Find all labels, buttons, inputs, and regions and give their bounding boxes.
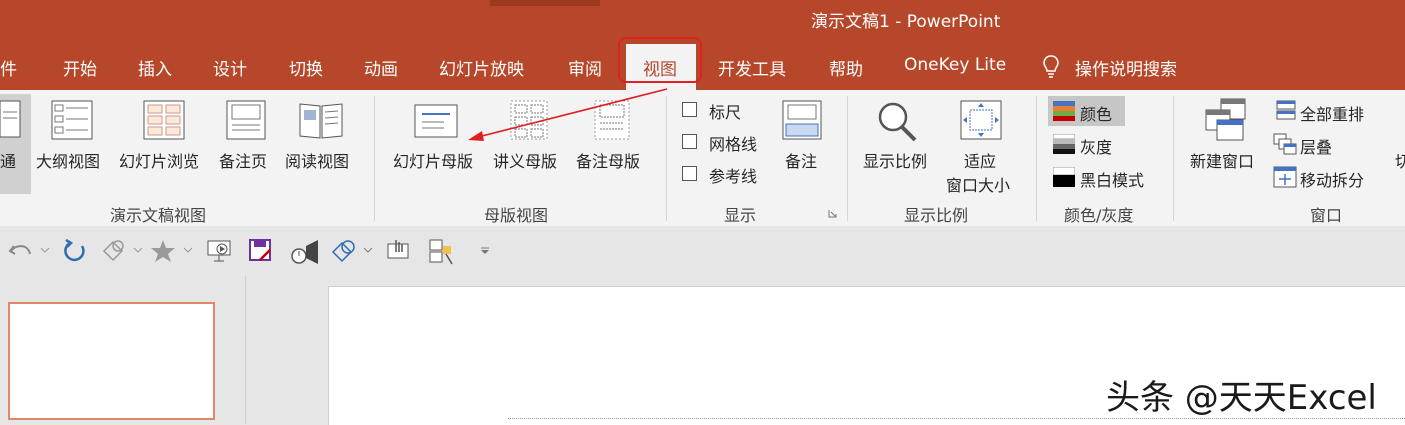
shapes-outline-icon[interactable] [330, 238, 358, 264]
color-button[interactable]: 颜色 [1080, 101, 1112, 125]
normal-view-icon [0, 100, 21, 138]
slide-sorter-icon [143, 100, 185, 140]
tab-help[interactable]: 帮助 [829, 55, 863, 80]
watermark-text: 头条 @天天Excel [1106, 378, 1377, 418]
move-split-icon [1273, 166, 1297, 188]
shapes-icon[interactable] [100, 238, 128, 264]
outline-view-icon [51, 100, 93, 140]
ribbon-tab-bar [0, 36, 1405, 90]
touch-mode-icon[interactable] [386, 238, 412, 262]
cascade-button[interactable]: 层叠 [1300, 134, 1332, 158]
guides-checkbox[interactable] [682, 166, 697, 181]
gridlines-label[interactable]: 网格线 [709, 131, 757, 155]
group-separator [1173, 96, 1174, 221]
reading-view-button[interactable]: 阅读视图 [285, 148, 349, 172]
zoom-magnifier-icon [878, 102, 917, 142]
group-separator [666, 96, 667, 221]
dialog-launcher-icon[interactable] [828, 209, 837, 218]
tab-slideshow[interactable]: 幻灯片放映 [439, 55, 524, 80]
fit-to-window-label-1[interactable]: 适应 [964, 148, 996, 172]
new-window-icon [1205, 98, 1246, 141]
notes-page-icon [226, 100, 266, 140]
move-split-button[interactable]: 移动拆分 [1300, 167, 1364, 191]
tab-insert[interactable]: 插入 [138, 55, 172, 80]
cascade-icon [1273, 133, 1297, 155]
tab-transitions[interactable]: 切换 [289, 55, 323, 80]
arrange-all-icon [1276, 100, 1296, 120]
star-effects-icon[interactable] [148, 238, 178, 264]
tab-design[interactable]: 设计 [213, 55, 247, 80]
group-separator [1036, 96, 1037, 221]
black-white-swatch-icon [1053, 167, 1075, 187]
tell-me-search[interactable]: 操作说明搜索 [1075, 55, 1177, 80]
tab-view-highlight-box [618, 37, 702, 83]
tab-file[interactable]: 件 [0, 55, 17, 80]
window-title: 演示文稿1 - PowerPoint [811, 12, 1001, 32]
customize-qat-icon[interactable] [480, 247, 490, 255]
group-separator [374, 96, 375, 221]
slide-master-icon [414, 104, 458, 138]
handout-master-button[interactable]: 讲义母版 [493, 148, 557, 172]
normal-view-button[interactable]: 通 [0, 148, 16, 172]
grayscale-swatch-icon [1053, 134, 1075, 154]
black-white-button[interactable]: 黑白模式 [1080, 167, 1144, 191]
ruler-label[interactable]: 标尺 [709, 99, 741, 123]
notes-master-icon [594, 100, 630, 140]
group-label-show: 显示 [724, 206, 757, 225]
handout-master-icon [510, 100, 548, 140]
chevron-down-icon[interactable] [133, 246, 143, 254]
notes-button[interactable]: 备注 [785, 148, 817, 172]
repeat-icon[interactable] [62, 238, 88, 264]
lightbulb-icon[interactable] [1042, 54, 1060, 80]
undo-icon[interactable] [8, 238, 34, 262]
chevron-down-icon[interactable] [183, 246, 193, 254]
rehearse-timings-icon[interactable] [290, 238, 320, 266]
color-swatch-icon [1053, 101, 1075, 121]
group-label-window: 窗口 [1310, 206, 1343, 225]
new-window-button[interactable]: 新建窗口 [1190, 148, 1254, 172]
tab-onekey[interactable]: OneKey Lite [904, 55, 1006, 75]
group-separator [847, 96, 848, 221]
tab-developer[interactable]: 开发工具 [718, 55, 786, 80]
title-bar-tab-shadow [490, 0, 600, 6]
switch-window-button[interactable]: 切 [1395, 148, 1405, 172]
arrange-all-button[interactable]: 全部重排 [1300, 101, 1364, 125]
group-label-color-grayscale: 颜色/灰度 [1064, 206, 1134, 225]
save-as-icon[interactable] [248, 238, 274, 264]
title-bar [0, 0, 1405, 36]
slide-sorter-button[interactable]: 幻灯片浏览 [119, 148, 199, 172]
notes-master-button[interactable]: 备注母版 [576, 148, 640, 172]
notes-icon [782, 100, 822, 140]
reading-view-icon [299, 103, 343, 139]
slide-thumbnail[interactable] [8, 302, 215, 420]
group-label-master-views: 母版视图 [484, 206, 549, 225]
group-label-zoom: 显示比例 [904, 206, 969, 225]
chevron-down-icon[interactable] [40, 246, 50, 254]
tab-home[interactable]: 开始 [63, 55, 97, 80]
tab-review[interactable]: 审阅 [568, 55, 602, 80]
zoom-button[interactable]: 显示比例 [863, 148, 927, 172]
format-painter-icon[interactable] [428, 238, 456, 266]
fit-to-window-icon [960, 100, 1002, 140]
guides-label[interactable]: 参考线 [709, 163, 757, 187]
present-from-beginning-icon[interactable] [206, 238, 234, 264]
group-label-presentation-views: 演示文稿视图 [110, 206, 207, 225]
ruler-checkbox[interactable] [682, 102, 697, 117]
chevron-down-icon[interactable] [363, 246, 373, 254]
slide-master-button[interactable]: 幻灯片母版 [393, 148, 473, 172]
gridlines-checkbox[interactable] [682, 134, 697, 149]
tab-animations[interactable]: 动画 [364, 55, 398, 80]
grayscale-button[interactable]: 灰度 [1080, 134, 1112, 158]
outline-view-button[interactable]: 大纲视图 [36, 148, 100, 172]
fit-to-window-label-2[interactable]: 窗口大小 [946, 172, 1010, 196]
notes-page-button[interactable]: 备注页 [219, 148, 267, 172]
